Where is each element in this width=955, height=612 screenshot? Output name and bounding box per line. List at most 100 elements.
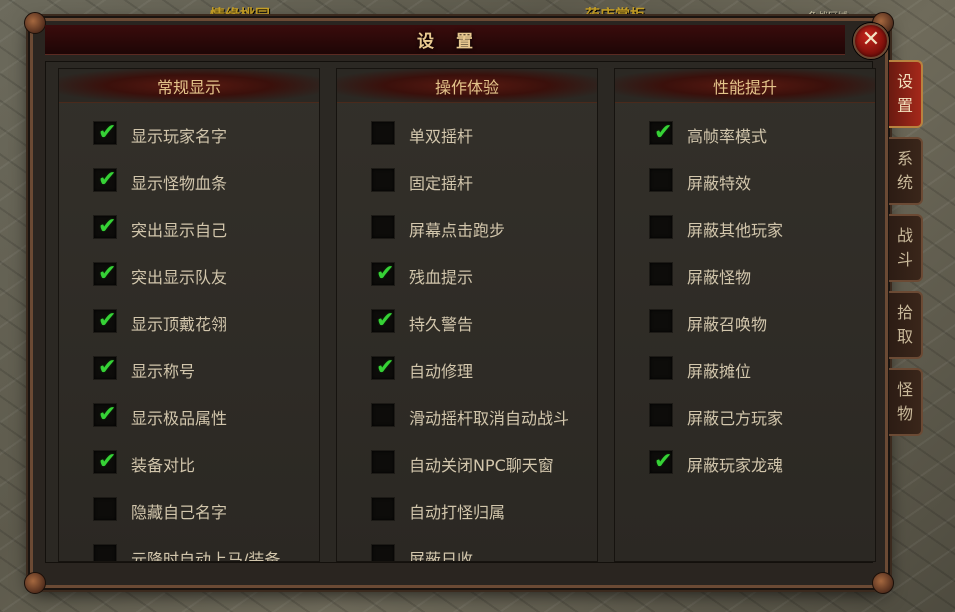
checkbox[interactable]	[649, 403, 673, 427]
side-tab[interactable]: 怪物	[889, 368, 923, 436]
checkbox[interactable]: ✔	[93, 120, 117, 145]
setting-row[interactable]: 滑动摇杆取消自动战斗	[337, 401, 597, 431]
settings-window: 设置 ✕ 常规显示 ✔ 显示玩家名字 ✔ 显示怪物血条 ✔ 突出显示自己 ✔ 突出显示队友 ✔ 显…	[24, 12, 894, 594]
setting-row[interactable]: 元降时自动上马/装备	[59, 542, 319, 561]
checkbox[interactable]: ✔	[371, 261, 395, 286]
corner-ornament	[24, 12, 46, 34]
setting-row[interactable]: ✔ 突出显示自己	[59, 213, 319, 243]
setting-row[interactable]: 单双摇杆	[337, 119, 597, 149]
setting-row[interactable]: ✔ 突出显示队友	[59, 260, 319, 290]
setting-row[interactable]: 隐藏自己名字	[59, 495, 319, 525]
checkbox[interactable]	[649, 356, 673, 380]
checkmark-icon: ✔	[376, 355, 395, 380]
setting-row[interactable]: 屏幕点击跑步	[337, 213, 597, 243]
setting-label: 自动关闭NPC聊天窗	[409, 456, 554, 475]
checkmark-icon: ✔	[98, 449, 117, 474]
settings-content: 常规显示 ✔ 显示玩家名字 ✔ 显示怪物血条 ✔ 突出显示自己 ✔ 突出显示队友 ✔ 显示顶戴花翎…	[45, 61, 876, 563]
setting-row[interactable]: ✔ 显示顶戴花翎	[59, 307, 319, 337]
checkbox[interactable]	[93, 497, 117, 521]
setting-row[interactable]: 屏蔽日收	[337, 542, 597, 562]
setting-label: 残血提示	[409, 268, 474, 287]
checkbox[interactable]	[649, 262, 673, 286]
side-tab-char: 系	[896, 149, 913, 168]
checkmark-icon: ✔	[376, 308, 395, 333]
setting-row[interactable]: ✔ 显示极品属性	[59, 401, 319, 431]
side-tab-char: 置	[896, 96, 913, 115]
close-button[interactable]: ✕	[853, 23, 889, 59]
setting-row[interactable]: 屏蔽其他玩家	[615, 213, 875, 243]
setting-row[interactable]: ✔ 屏蔽玩家龙魂	[615, 448, 875, 478]
setting-row[interactable]: ✔ 显示称号	[59, 354, 319, 384]
checkbox[interactable]: ✔	[93, 214, 117, 239]
side-tab-char: 取	[896, 327, 913, 346]
setting-row[interactable]: 自动关闭NPC聊天窗	[337, 448, 597, 478]
checkbox[interactable]: ✔	[93, 167, 117, 192]
checkbox[interactable]	[649, 215, 673, 239]
setting-row[interactable]: 固定摇杆	[337, 166, 597, 196]
side-tab-char: 设	[896, 72, 913, 91]
setting-label: 屏幕点击跑步	[409, 221, 506, 240]
setting-row[interactable]: ✔ 显示怪物血条	[59, 166, 319, 196]
checkbox[interactable]	[371, 450, 395, 474]
setting-row[interactable]: ✔ 持久警告	[337, 307, 597, 337]
checkbox[interactable]	[93, 544, 117, 561]
checkbox[interactable]: ✔	[93, 355, 117, 380]
setting-label: 屏蔽日收	[409, 550, 474, 562]
side-tab[interactable]: 系统	[889, 137, 923, 205]
checkbox[interactable]	[371, 403, 395, 427]
checkbox[interactable]	[371, 121, 395, 145]
column-general-display: 常规显示 ✔ 显示玩家名字 ✔ 显示怪物血条 ✔ 突出显示自己 ✔ 突出显示队友 ✔ 显示顶戴花翎…	[58, 68, 320, 562]
setting-label: 装备对比	[131, 456, 196, 475]
setting-label: 单双摇杆	[409, 127, 474, 146]
setting-label: 显示玩家名字	[131, 127, 228, 146]
checkbox[interactable]: ✔	[649, 449, 673, 474]
checkbox[interactable]	[371, 497, 395, 521]
checkmark-icon: ✔	[98, 261, 117, 286]
corner-ornament	[872, 572, 894, 594]
setting-row[interactable]: ✔ 残血提示	[337, 260, 597, 290]
setting-row[interactable]: 屏蔽召唤物	[615, 307, 875, 337]
setting-label: 屏蔽己方玩家	[687, 409, 784, 428]
setting-row[interactable]: ✔ 显示玩家名字	[59, 119, 319, 149]
checkbox[interactable]: ✔	[371, 355, 395, 380]
setting-row[interactable]: ✔ 自动修理	[337, 354, 597, 384]
setting-row[interactable]: 屏蔽摊位	[615, 354, 875, 384]
side-tab[interactable]: 战斗	[889, 214, 923, 282]
setting-label: 显示极品属性	[131, 409, 228, 428]
setting-label: 显示顶戴花翎	[131, 315, 228, 334]
close-icon: ✕	[861, 27, 881, 52]
setting-label: 屏蔽特效	[687, 174, 752, 193]
setting-label: 屏蔽其他玩家	[687, 221, 784, 240]
setting-label: 隐藏自己名字	[131, 503, 228, 522]
checkbox[interactable]	[371, 168, 395, 192]
side-tab[interactable]: 设置	[889, 60, 923, 128]
side-tab-char: 统	[896, 173, 913, 192]
checkmark-icon: ✔	[98, 167, 117, 192]
checkbox[interactable]	[649, 168, 673, 192]
setting-row[interactable]: 屏蔽特效	[615, 166, 875, 196]
setting-row[interactable]: 屏蔽怪物	[615, 260, 875, 290]
checkbox[interactable]: ✔	[93, 308, 117, 333]
side-tab[interactable]: 拾取	[889, 291, 923, 359]
checkbox[interactable]: ✔	[649, 120, 673, 145]
setting-row[interactable]: ✔ 高帧率模式	[615, 119, 875, 149]
column-header: 性能提升	[615, 69, 875, 103]
checkmark-icon: ✔	[98, 214, 117, 239]
setting-row[interactable]: 屏蔽己方玩家	[615, 401, 875, 431]
checkbox[interactable]: ✔	[93, 449, 117, 474]
setting-label: 高帧率模式	[687, 127, 768, 146]
checkbox[interactable]	[371, 544, 395, 561]
checkbox[interactable]: ✔	[371, 308, 395, 333]
setting-label: 自动修理	[409, 362, 474, 381]
checkbox[interactable]	[371, 215, 395, 239]
side-tab-char: 拾	[896, 303, 913, 322]
checkmark-icon: ✔	[654, 120, 673, 145]
setting-row[interactable]: ✔ 装备对比	[59, 448, 319, 478]
checkbox[interactable]: ✔	[93, 402, 117, 427]
checkbox[interactable]: ✔	[93, 261, 117, 286]
setting-row[interactable]: 自动打怪归属	[337, 495, 597, 525]
checkbox[interactable]	[649, 309, 673, 333]
column-operation-experience: 操作体验 单双摇杆 固定摇杆 屏幕点击跑步 ✔ 残血提示 ✔ 持久警告 ✔ 自动修理 滑动摇杆取消…	[336, 68, 598, 562]
setting-label: 显示怪物血条	[131, 174, 228, 193]
side-tab-char: 战	[896, 226, 913, 245]
